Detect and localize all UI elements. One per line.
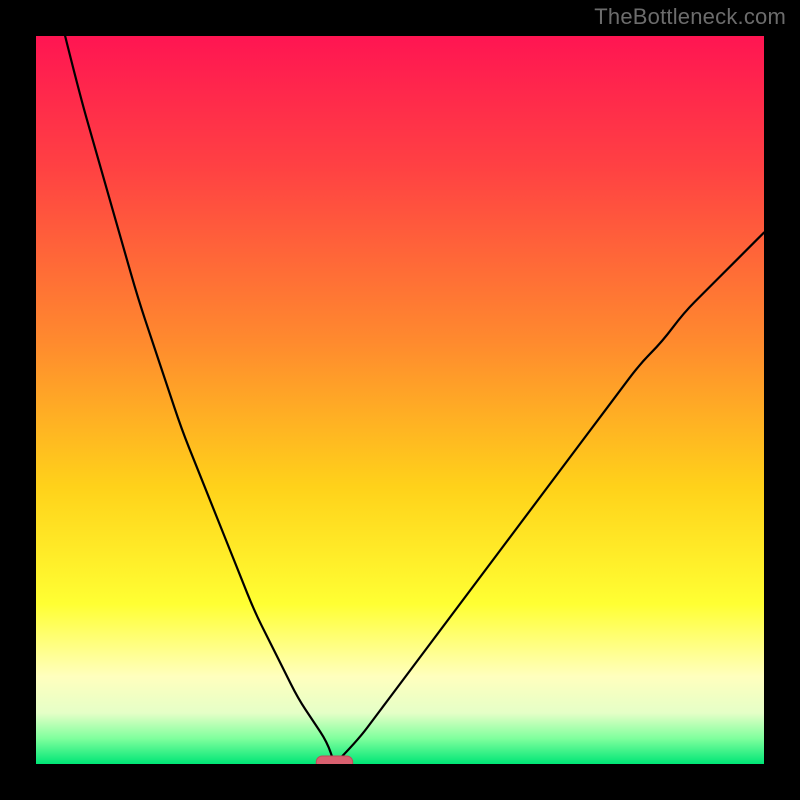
- chart-svg: [36, 36, 764, 764]
- gradient-background: [36, 36, 764, 764]
- chart-frame: TheBottleneck.com: [0, 0, 800, 800]
- bottleneck-chart: [36, 36, 764, 764]
- watermark-label: TheBottleneck.com: [594, 4, 786, 30]
- bottleneck-marker: [316, 756, 352, 764]
